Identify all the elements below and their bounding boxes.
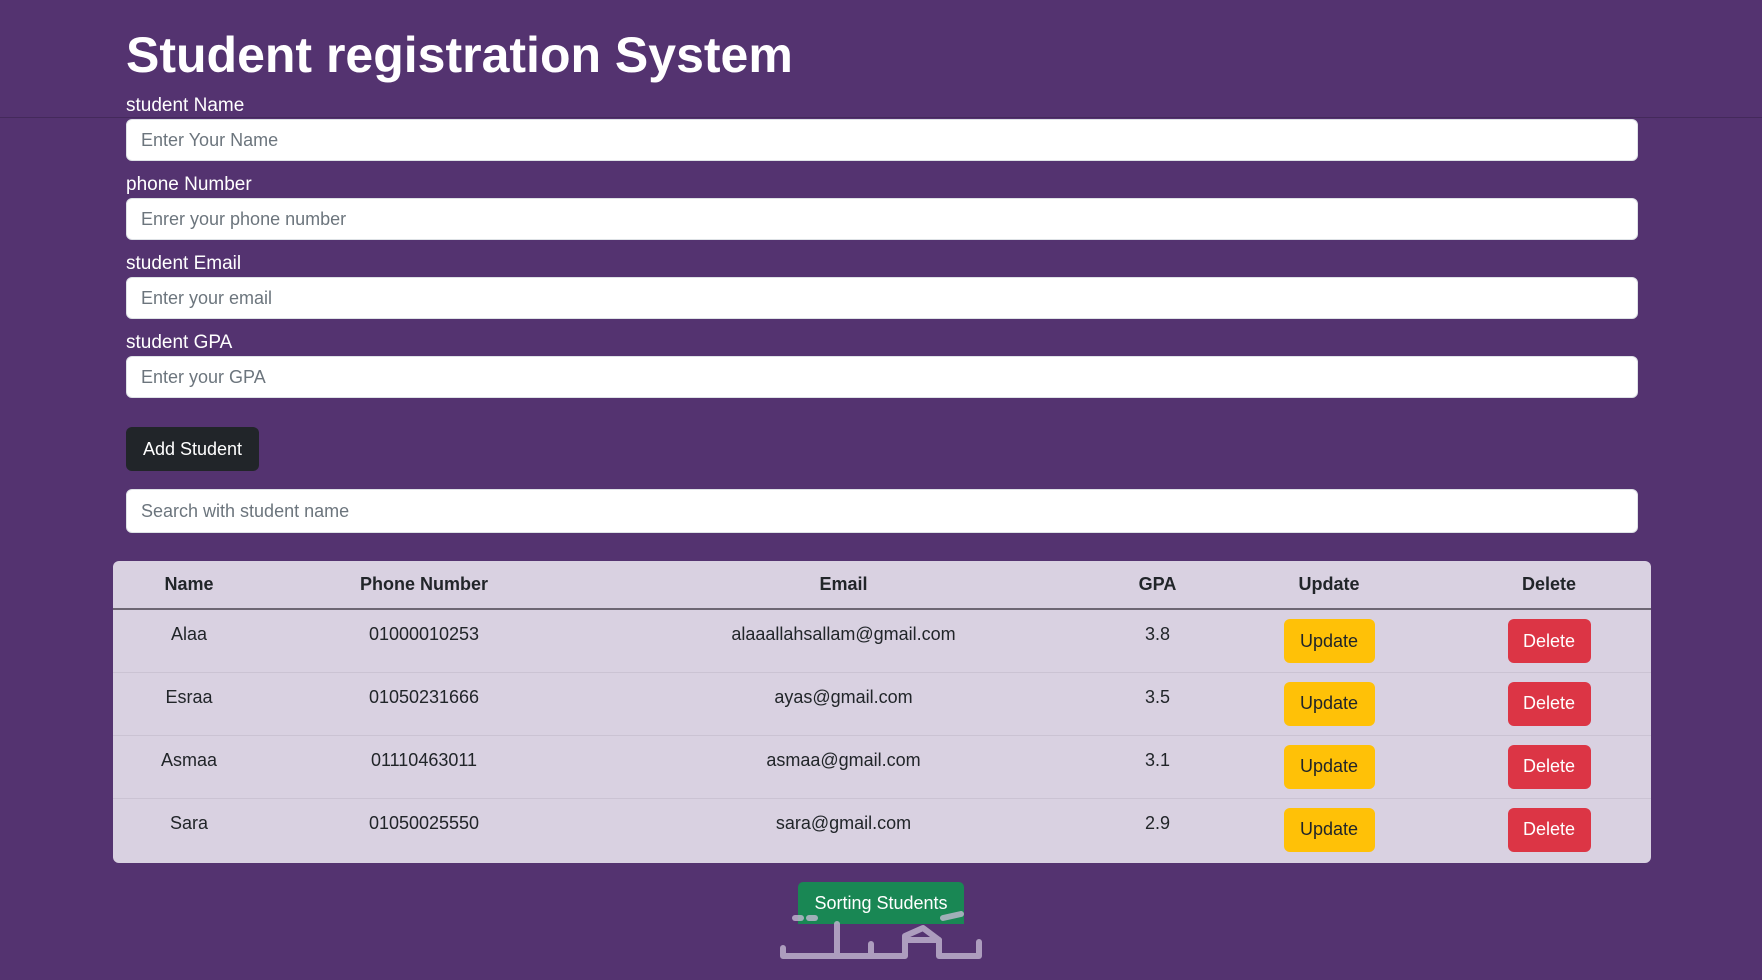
table-row: Esraa 01050231666 ayas@gmail.com 3.5 Upd…: [113, 672, 1651, 736]
cell-email: sara@gmail.com: [775, 812, 912, 833]
table-row: Alaa 01000010253 alaaallahsallam@gmail.c…: [113, 609, 1651, 673]
header-divider: [0, 117, 1762, 118]
cell-update: Update: [1211, 735, 1447, 799]
students-table-card: Name Phone Number Email GPA Update Delet…: [113, 561, 1651, 863]
table-header: Name Phone Number Email GPA Update Delet…: [113, 561, 1651, 610]
search-input[interactable]: [126, 489, 1638, 533]
cell-name: Sara: [169, 812, 209, 833]
column-header-phone: Phone Number: [265, 561, 583, 610]
student-gpa-input[interactable]: [126, 356, 1638, 398]
cell-phone: 01110463011: [265, 735, 583, 799]
column-header-gpa: GPA: [1104, 561, 1211, 610]
student-gpa-label: student GPA: [126, 332, 233, 353]
update-button[interactable]: Update: [1283, 681, 1375, 726]
cell-gpa: 3.1: [1104, 735, 1211, 799]
table-row: Sara 01050025550 sara@gmail.com 2.9 Upda…: [113, 798, 1651, 861]
delete-button[interactable]: Delete: [1507, 807, 1591, 852]
cell-phone: 01050231666: [265, 672, 583, 736]
cell-email: alaaallahsallam@gmail.com: [583, 609, 1104, 673]
delete-button[interactable]: Delete: [1507, 619, 1591, 663]
column-header-email: Email: [583, 561, 1104, 610]
phone-number-label: phone Number: [126, 174, 252, 195]
cell-email: asmaa@gmail.com: [583, 735, 1104, 799]
cell-delete: Delete: [1447, 735, 1651, 799]
cell-delete: Delete: [1447, 672, 1651, 736]
cell-update: Update: [1211, 609, 1447, 673]
phone-number-input[interactable]: [126, 198, 1638, 240]
update-button[interactable]: Update: [1283, 807, 1375, 852]
table-row: Asmaa 01110463011 asmaa@gmail.com 3.1 Up…: [113, 735, 1651, 799]
column-header-name: Name: [113, 561, 265, 610]
delete-button[interactable]: Delete: [1507, 744, 1591, 789]
cell-update: Update: [1211, 672, 1447, 736]
cell-delete: Delete: [1447, 798, 1651, 861]
add-student-button[interactable]: Add Student: [126, 427, 259, 471]
sorting-students-button[interactable]: Sorting Students: [798, 882, 964, 924]
cell-phone: 01050025550: [368, 812, 480, 833]
cell-name: Alaa: [113, 609, 265, 673]
student-email-input[interactable]: [126, 277, 1638, 319]
cell-delete: Delete: [1447, 609, 1651, 673]
table-body: Alaa 01000010253 alaaallahsallam@gmail.c…: [113, 609, 1651, 861]
cell-gpa: 3.5: [1104, 672, 1211, 736]
student-name-input[interactable]: [126, 119, 1638, 161]
cell-gpa: 3.8: [1104, 609, 1211, 673]
cell-email: ayas@gmail.com: [583, 672, 1104, 736]
student-email-label: student Email: [126, 253, 242, 274]
update-button[interactable]: Update: [1283, 744, 1375, 789]
cell-update: Update: [1211, 798, 1447, 861]
column-header-update: Update: [1211, 561, 1447, 610]
delete-button[interactable]: Delete: [1507, 681, 1591, 726]
student-name-label: student Name: [126, 95, 245, 116]
cell-name: Esraa: [113, 672, 265, 736]
cell-phone: 01000010253: [265, 609, 583, 673]
column-header-delete: Delete: [1447, 561, 1651, 610]
update-button[interactable]: Update: [1283, 619, 1375, 663]
page-title: Student registration System: [126, 27, 793, 83]
cell-name: Asmaa: [113, 735, 265, 799]
cell-gpa: 2.9: [1144, 812, 1171, 833]
students-table: Name Phone Number Email GPA Update Delet…: [113, 561, 1651, 861]
